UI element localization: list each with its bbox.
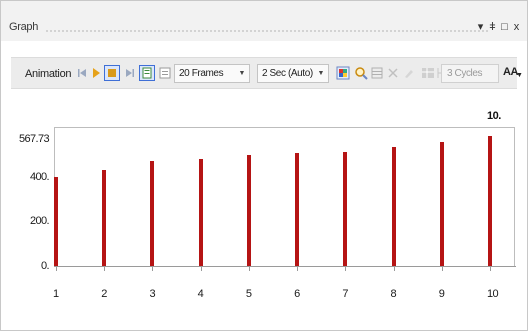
x-tick-mark [441, 267, 443, 271]
x-tick-label: 7 [342, 288, 348, 300]
bar [54, 176, 58, 266]
x-tick-mark [248, 267, 250, 271]
x-tick-label: 4 [197, 288, 204, 300]
x-tick-label: 1 [53, 288, 59, 300]
y-tick-label: 567.73 [18, 133, 50, 145]
x-tick-label: 6 [294, 288, 300, 300]
x-tick-label: 5 [245, 288, 252, 300]
frames-select-value: 20 Frames [179, 68, 224, 79]
x-tick-mark [297, 267, 299, 271]
grid-icon[interactable] [370, 66, 384, 80]
x-tick-mark [104, 267, 106, 271]
maximize-icon[interactable]: □ [500, 21, 509, 33]
last-frame-icon[interactable] [123, 66, 137, 80]
x-tick-mark [393, 267, 395, 271]
bar [150, 160, 155, 266]
x-tick-mark [490, 267, 491, 271]
table-icon[interactable] [421, 66, 435, 80]
duration-select[interactable]: 2 Sec (Auto) ▼ [257, 64, 329, 83]
first-frame-icon[interactable] [75, 66, 89, 80]
bar [391, 147, 396, 266]
x-tick-label: 10 [487, 288, 499, 300]
y-tick-label: 400. [29, 170, 50, 183]
cycles-input[interactable]: 3 Cycles [441, 64, 499, 83]
bar [246, 155, 251, 266]
fit-icon[interactable] [386, 66, 400, 80]
frame-list-icon[interactable] [158, 66, 172, 80]
y-tick-label: 0. [41, 260, 50, 272]
y-tick-label: 200. [29, 215, 50, 228]
animation-label: Animation [25, 68, 72, 80]
brush-icon[interactable] [402, 66, 416, 80]
animation-toolbar: Animation 20 Frames ▼ 2 Sec (Auto) ▼ 3 C… [11, 57, 523, 89]
bar [295, 153, 300, 266]
x-tick-label: 9 [438, 288, 445, 300]
x-tick-label: 3 [149, 288, 155, 300]
bar [343, 151, 348, 266]
dropdown-arrow-icon[interactable]: ▾ [476, 21, 485, 33]
graph-panel: Graph ▾ ǂ □ x Animation 20 Frames ▼ 2 Se… [0, 0, 528, 331]
x-tick-mark [345, 267, 347, 271]
title-grip[interactable] [45, 29, 489, 33]
bar [488, 136, 492, 266]
chevron-down-icon: ▼ [317, 70, 324, 77]
loop-icon[interactable] [139, 65, 155, 81]
stop-icon[interactable] [104, 65, 120, 81]
x-axis-line [54, 266, 516, 267]
zoom-icon[interactable] [354, 66, 368, 80]
x-tick-mark [200, 267, 202, 271]
panel-title: Graph [9, 21, 39, 33]
title-bar: Graph ▾ ǂ □ x [1, 1, 527, 41]
duration-select-value: 2 Sec (Auto) [262, 68, 313, 79]
peak-data-label: 10. [487, 110, 501, 122]
bar [198, 158, 203, 266]
play-icon[interactable] [89, 66, 103, 80]
close-icon[interactable]: x [512, 21, 521, 33]
frames-select[interactable]: 20 Frames ▼ [174, 64, 250, 83]
chevron-down-icon[interactable]: ▼ [516, 72, 523, 79]
window-buttons: ▾ ǂ □ x [476, 21, 521, 33]
x-tick-label: 8 [390, 288, 397, 300]
x-tick-mark [56, 267, 57, 271]
bar [102, 169, 107, 266]
pin-icon[interactable]: ǂ [488, 21, 497, 33]
chevron-down-icon: ▼ [238, 70, 245, 77]
bar [439, 141, 444, 266]
palette-icon[interactable] [336, 66, 350, 80]
plot-area [54, 127, 515, 267]
x-tick-label: 2 [101, 288, 107, 300]
x-tick-mark [152, 267, 154, 271]
